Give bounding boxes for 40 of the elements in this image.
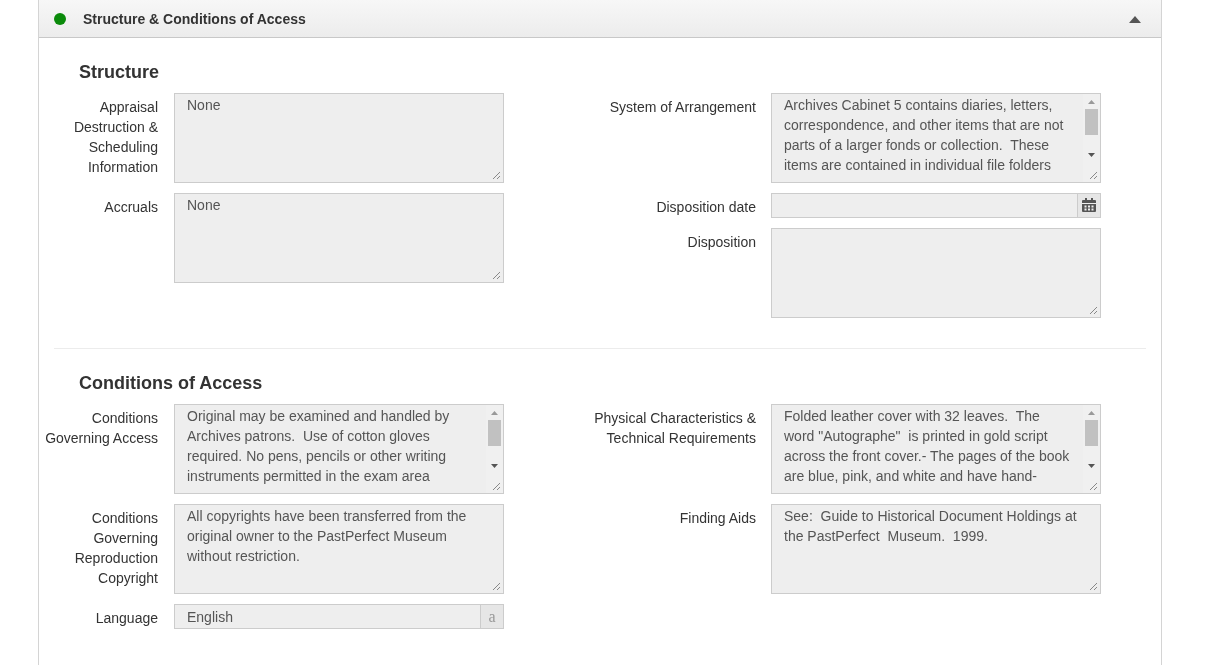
text-area[interactable]: Archives Cabinet 5 contains diaries, letters, correspondence, and other items that are not parts of a larger fonds or collection. These items are contained in individual file folders [771,93,1101,183]
resize-grip-icon[interactable] [1089,306,1098,315]
text-area[interactable]: None [174,193,504,283]
text-area[interactable]: See: Guide to Historical Document Holdings at the PastPerfect Museum. 1999. [771,504,1101,594]
resize-grip-icon[interactable] [1089,171,1098,180]
field-label: Language [94,609,158,628]
panel-header[interactable]: Structure & Conditions of Access [39,0,1161,38]
text-area[interactable]: None [174,93,504,183]
resize-grip-icon[interactable] [492,171,501,180]
status-dot-icon [54,12,66,25]
resize-grip-icon[interactable] [1089,482,1098,491]
scroll-down-arrow-icon[interactable] [491,464,498,468]
scroll-up-arrow-icon[interactable] [1088,411,1095,415]
resize-grip-icon[interactable] [492,582,501,591]
text-area[interactable]: Folded leather cover with 32 leaves. The word "Autographe" is printed in gold script across the front cover.- The pages of the book are blue, pink, and white and have hand- [771,404,1101,494]
resize-grip-icon[interactable] [492,271,501,280]
field-label: Conditions Governing Reproduction Copyright [73,509,158,588]
section-heading: Structure [79,61,160,84]
field-label: System of Arrangement [608,98,756,117]
scroll-up-arrow-icon[interactable] [1088,100,1095,104]
field-label: Finding Aids [678,509,756,528]
field-label: Appraisal Destruction & Scheduling Information [72,98,158,177]
lookup-field[interactable]: English a [174,604,504,629]
text-area[interactable]: Original may be examined and handled by Archives patrons. Use of cotton gloves required. No pens, pencils or other writing instruments permitted in the exam area [174,404,504,494]
scroll-up-arrow-icon[interactable] [491,411,498,415]
field-label: Conditions Governing Access [44,409,158,448]
resize-grip-icon[interactable] [492,482,501,491]
field-label: Disposition date [655,198,756,217]
field-label: Accruals [103,198,158,217]
text-area[interactable]: All copyrights have been transferred from the original owner to the PastPerfect Museum without restriction. [174,504,504,594]
caret-icon[interactable] [1129,16,1141,23]
scroll-down-arrow-icon[interactable] [1088,153,1095,157]
section-heading: Conditions of Access [79,372,264,395]
panel-title: Structure & Conditions of Access [83,10,307,27]
calendar-icon[interactable] [1077,194,1100,217]
scroll-down-arrow-icon[interactable] [1088,464,1095,468]
field-label: Physical Characteristics & Technical Requirements [593,409,756,448]
resize-grip-icon[interactable] [1089,582,1098,591]
date-field[interactable] [771,193,1101,218]
field-label: Disposition [686,233,756,252]
